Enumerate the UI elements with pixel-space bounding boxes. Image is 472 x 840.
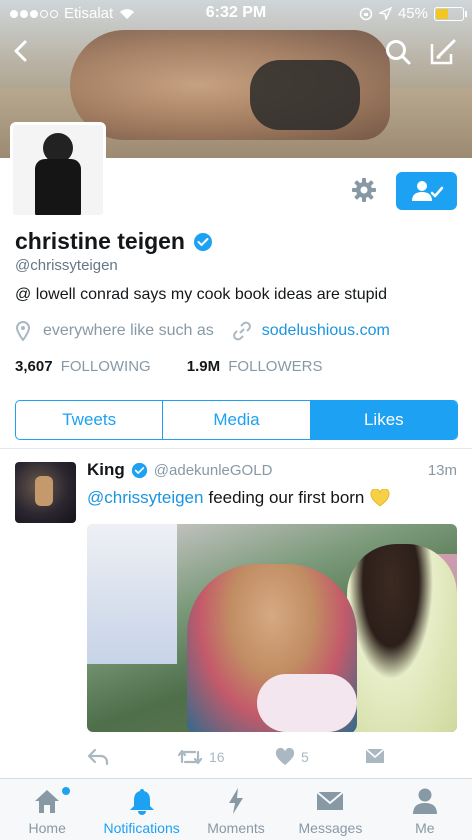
reply-icon [87,748,109,766]
verified-badge-icon [193,232,212,251]
profile-tabs: Tweets Media Likes [15,400,458,440]
link-icon [232,321,251,341]
followers-count-link[interactable]: 1.9M FOLLOWERS [187,358,323,375]
like-count: 5 [301,749,309,765]
nav-messages[interactable]: Messages [283,779,377,840]
nav-me-label: Me [415,820,435,836]
nav-notifications[interactable]: Notifications [94,779,188,840]
profile-meta: everywhere like such as sodelushious.com [15,321,390,341]
envelope-icon [316,791,345,810]
profile-url-link[interactable]: sodelushious.com [262,322,390,340]
person-icon [412,788,437,814]
search-icon[interactable] [384,38,412,66]
nav-home-label: Home [28,820,66,836]
reply-button[interactable] [87,748,109,766]
like-button[interactable]: 5 [275,748,309,766]
home-icon [35,790,60,813]
retweet-button[interactable]: 16 [177,748,225,766]
rotation-lock-icon [359,7,373,20]
back-icon[interactable] [10,40,32,62]
following-button[interactable] [396,172,457,210]
person-check-icon [411,181,443,201]
nav-home[interactable]: Home [0,779,94,840]
direct-message-button[interactable] [365,748,385,764]
followers-count: 1.9M [186,358,221,375]
bell-icon [129,789,154,815]
profile-avatar[interactable] [10,122,106,218]
tweet-author-avatar[interactable] [15,462,76,523]
following-label: FOLLOWING [60,358,151,375]
profile-name-row: christine teigen [15,228,213,255]
nav-moments[interactable]: Moments [189,779,283,840]
heart-icon [275,748,295,765]
profile-location: everywhere like such as [43,322,214,339]
profile-name: christine teigen [15,228,185,254]
tweet-header: King @adekunleGOLD 13m [87,460,457,480]
tweet-author-name[interactable]: King [87,460,125,480]
followers-label: FOLLOWERS [228,358,323,375]
tweet-body: feeding our first born [208,488,365,507]
nav-moments-label: Moments [207,820,265,836]
tweet-mention-link[interactable]: @chrissyteigen [87,488,203,508]
profile-handle: @chrissyteigen [15,257,118,274]
bottom-navigation: Home Notifications Moments Messages Me [0,778,472,840]
tweet-timestamp: 13m [427,461,457,479]
tweet-author-handle: @adekunleGOLD [153,461,273,479]
retweet-icon [177,749,203,765]
tab-likes[interactable]: Likes [309,401,457,439]
nav-messages-label: Messages [298,820,363,836]
following-count: 3,607 [15,358,53,375]
retweet-count: 16 [209,749,225,765]
lightning-icon [229,788,244,814]
compose-icon[interactable] [428,38,458,66]
following-count-link[interactable]: 3,607 FOLLOWING [15,358,151,375]
status-bar: Etisalat 6:32 PM 45% [0,0,472,26]
nav-notifications-label: Notifications [103,820,180,836]
tab-media[interactable]: Media [162,401,309,439]
verified-badge-icon [131,462,147,478]
location-arrow-icon [378,7,392,20]
tweet-text: @chrissyteigen feeding our first born [87,488,390,508]
tab-tweets[interactable]: Tweets [16,401,162,439]
yellow-heart-emoji-icon [370,489,390,507]
section-divider [0,448,472,449]
new-content-dot [62,787,70,795]
envelope-icon [365,748,385,763]
nav-me[interactable]: Me [378,779,472,840]
profile-bio: @ lowell conrad says my cook book ideas … [15,286,387,303]
gear-icon[interactable] [350,176,378,204]
follow-counts: 3,607 FOLLOWING 1.9M FOLLOWERS [15,358,322,375]
location-pin-icon [15,321,31,341]
battery-icon [434,6,467,21]
battery-percent: 45% [397,5,428,22]
tweet-photo[interactable] [87,524,457,732]
tweet-actions: 16 5 [87,748,387,770]
